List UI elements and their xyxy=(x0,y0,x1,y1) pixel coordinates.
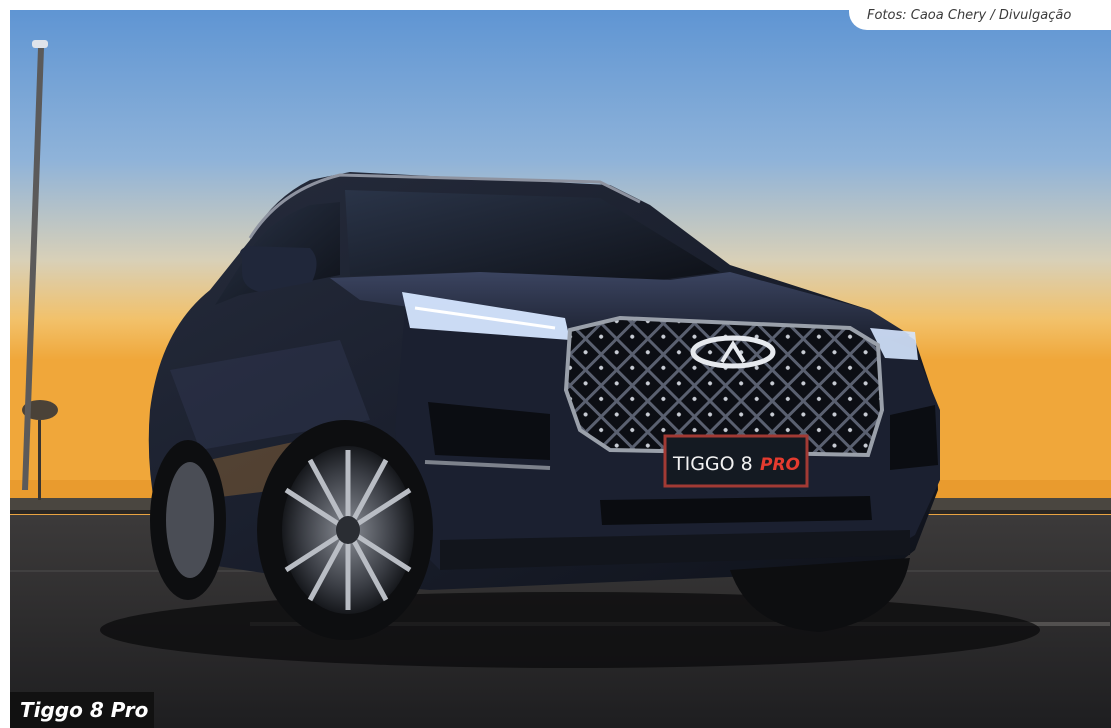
article-figure: TIGGO 8 PRO Fotos: Caoa Chery / Divulgaç… xyxy=(0,0,1111,728)
plate-main-text: TIGGO 8 xyxy=(672,453,753,475)
intake-right xyxy=(890,405,938,470)
rear-left-wheel xyxy=(150,440,226,600)
license-plate: TIGGO 8 PRO xyxy=(663,434,809,488)
plate-accent-text: PRO xyxy=(760,455,800,475)
lower-grille xyxy=(600,496,872,525)
photo-credit: Fotos: Caoa Chery / Divulgação xyxy=(849,0,1111,30)
tiggo-8-pro-photo: TIGGO 8 PRO xyxy=(10,10,1111,728)
car-shadow xyxy=(100,592,1040,668)
photo-caption: Tiggo 8 Pro xyxy=(10,692,154,728)
car-photo: TIGGO 8 PRO xyxy=(10,10,1111,728)
front-left-wheel xyxy=(257,420,433,640)
